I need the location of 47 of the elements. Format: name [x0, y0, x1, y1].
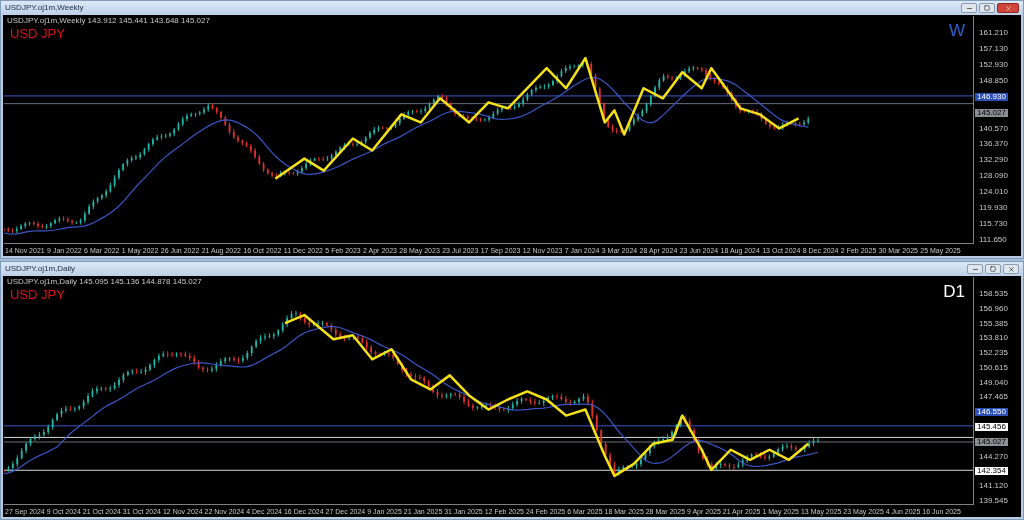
price-tick: 153.810: [978, 334, 1009, 343]
price-tick: 149.040: [978, 378, 1009, 387]
maximize-button[interactable]: [985, 264, 1001, 274]
price-tick: 156.960: [978, 304, 1009, 313]
price-tick: 150.615: [978, 363, 1009, 372]
maximize-button[interactable]: [979, 3, 995, 13]
price-tick: 148.850: [978, 76, 1009, 85]
price-tag: 145.027: [975, 108, 1008, 117]
price-tick: 132.290: [978, 156, 1009, 165]
price-tick: 136.370: [978, 140, 1009, 149]
price-tick: 119.930: [978, 204, 1009, 213]
window-title: USDJPY.oj1m,Weekly: [5, 4, 84, 12]
close-icon: [1007, 265, 1015, 273]
price-tick: 128.090: [978, 172, 1009, 181]
maximize-icon: [984, 5, 990, 11]
price-tick: 157.130: [978, 44, 1009, 53]
chart-header: USDJPY.oj1m,Daily 145.095 145.136 144.878 145.027: [7, 278, 202, 286]
price-tag: 146.550: [975, 408, 1008, 417]
close-button[interactable]: [1003, 264, 1019, 274]
chart-header: USDJPY.oj1m,Weekly 143.912 145.441 143.648 145.027: [7, 17, 210, 25]
price-tick: 152.235: [978, 349, 1009, 358]
price-tick: 139.545: [978, 496, 1009, 505]
timeframe-label: W: [948, 22, 965, 39]
price-tag: 145.456: [975, 423, 1008, 432]
price-tick: 152.930: [978, 60, 1009, 69]
price-tick: 147.465: [978, 393, 1009, 402]
price-tick: 141.120: [978, 482, 1009, 491]
price-tick: 158.535: [978, 290, 1009, 298]
price-tick: 111.650: [978, 236, 1008, 244]
price-tick: 144.270: [978, 452, 1009, 461]
minimize-button[interactable]: [961, 3, 977, 13]
maximize-icon: [990, 266, 996, 272]
price-tag: 142.354: [975, 467, 1008, 476]
close-button[interactable]: [997, 3, 1019, 13]
price-tick: 115.730: [978, 220, 1009, 229]
price-tag: 145.027: [975, 437, 1008, 446]
price-tag: 146.930: [975, 92, 1008, 101]
price-tick: 161.210: [978, 29, 1009, 37]
price-tick: 124.010: [978, 188, 1009, 197]
price-tick: 140.570: [978, 124, 1009, 133]
timeframe-label: D1: [943, 283, 965, 300]
price-tick: 155.385: [978, 319, 1009, 328]
symbol-label: USD JPY: [10, 27, 65, 40]
symbol-label: USD JPY: [10, 288, 65, 301]
minimize-button[interactable]: [967, 264, 983, 274]
close-icon: [1004, 4, 1012, 12]
window-title: USDJPY.oj1m,Daily: [5, 265, 76, 273]
